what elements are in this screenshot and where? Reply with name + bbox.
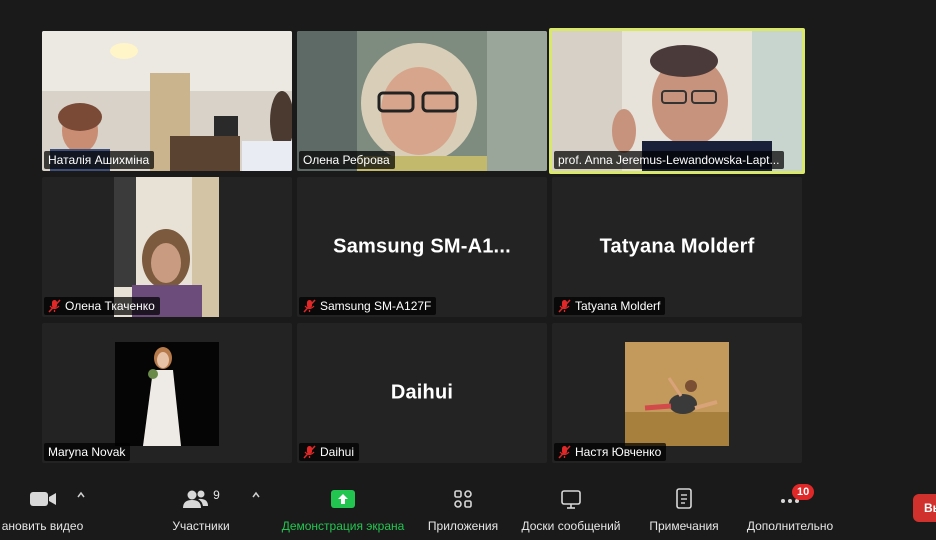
apps-label: Приложения	[427, 519, 499, 533]
notes-icon	[676, 488, 692, 509]
participant-display-name: Samsung SM-A1...	[333, 235, 511, 258]
participant-name: Настя Ювченко	[575, 445, 662, 459]
participant-name: prof. Anna Jeremus-Lewandowska-Lapt...	[558, 153, 780, 167]
participant-name-tag: Наталія Ашихміна	[44, 151, 155, 169]
video-options-caret-icon[interactable]	[76, 490, 86, 500]
share-screen-label: Демонстрация экрана	[281, 519, 405, 533]
participant-name-tag: Daihui	[299, 443, 360, 461]
participant-video	[42, 31, 292, 171]
mic-muted-icon	[48, 299, 61, 313]
video-camera-icon	[29, 492, 56, 506]
participant-display-name: Tatyana Molderf	[599, 235, 755, 258]
participants-button[interactable]: 9 Участники	[160, 488, 242, 533]
more-button[interactable]: Дополнительно	[740, 488, 840, 533]
participant-tile[interactable]: Samsung SM-A1... Samsung SM-A127F	[297, 177, 547, 317]
participant-video	[625, 342, 729, 446]
participant-display-name: Daihui	[390, 381, 454, 404]
participant-video	[114, 177, 219, 317]
more-label: Дополнительно	[746, 519, 834, 533]
meeting-toolbar: ановить видео 9 Участники Демонстрация э…	[0, 470, 936, 540]
participant-name-tag: Tatyana Molderf	[554, 297, 666, 315]
end-meeting-button[interactable]: Вы	[913, 494, 936, 522]
participant-tile[interactable]: Наталія Ашихміна	[42, 31, 292, 171]
notification-badge: 10	[792, 484, 815, 500]
apps-button[interactable]: Приложения	[421, 488, 505, 533]
participant-name: Daihui	[320, 445, 355, 459]
participant-tile-active-speaker[interactable]: prof. Anna Jeremus-Lewandowska-Lapt...	[549, 28, 805, 174]
participant-video	[552, 31, 802, 171]
participant-name-tag: Maryna Novak	[44, 443, 131, 461]
participant-name: Samsung SM-A127F	[320, 299, 432, 313]
participants-options-caret-icon[interactable]	[251, 490, 261, 500]
participant-name-tag: Настя Ювченко	[554, 443, 667, 461]
participants-count: 9	[213, 488, 220, 502]
notes-button[interactable]: Примечания	[642, 488, 726, 533]
video-grid: Наталія Ашихміна Олена Реброва prof. Ann…	[0, 0, 936, 470]
apps-icon	[454, 490, 472, 508]
participant-tile[interactable]: Настя Ювченко	[552, 323, 802, 463]
participant-name-tag: prof. Anna Jeremus-Lewandowska-Lapt...	[554, 151, 785, 169]
video-label: ановить видео	[1, 519, 84, 533]
mic-muted-icon	[303, 445, 316, 459]
participant-name: Олена Реброва	[303, 153, 390, 167]
participant-video	[297, 31, 547, 171]
participant-tile[interactable]: Tatyana Molderf Tatyana Molderf	[552, 177, 802, 317]
participant-name: Maryna Novak	[48, 445, 126, 459]
people-icon	[183, 490, 209, 508]
participant-tile[interactable]: Олена Реброва	[297, 31, 547, 171]
share-screen-icon	[331, 490, 355, 508]
participant-name: Tatyana Molderf	[575, 299, 661, 313]
participant-tile[interactable]: Daihui Daihui	[297, 323, 547, 463]
mic-muted-icon	[558, 299, 571, 313]
participant-name: Наталія Ашихміна	[48, 153, 150, 167]
participant-name: Олена Ткаченко	[65, 299, 155, 313]
share-screen-button[interactable]: Демонстрация экрана	[275, 488, 411, 533]
mic-muted-icon	[558, 445, 571, 459]
whiteboard-icon	[561, 490, 581, 509]
whiteboards-label: Доски сообщений	[521, 519, 621, 533]
participant-name-tag: Олена Реброва	[299, 151, 395, 169]
participants-label: Участники	[172, 519, 230, 533]
whiteboards-button[interactable]: Доски сообщений	[514, 488, 628, 533]
notes-label: Примечания	[649, 519, 719, 533]
participant-tile[interactable]: Олена Ткаченко	[42, 177, 292, 317]
mic-muted-icon	[303, 299, 316, 313]
participant-name-tag: Олена Ткаченко	[44, 297, 160, 315]
participant-video	[115, 342, 219, 446]
participant-name-tag: Samsung SM-A127F	[299, 297, 437, 315]
participant-tile[interactable]: Maryna Novak	[42, 323, 292, 463]
